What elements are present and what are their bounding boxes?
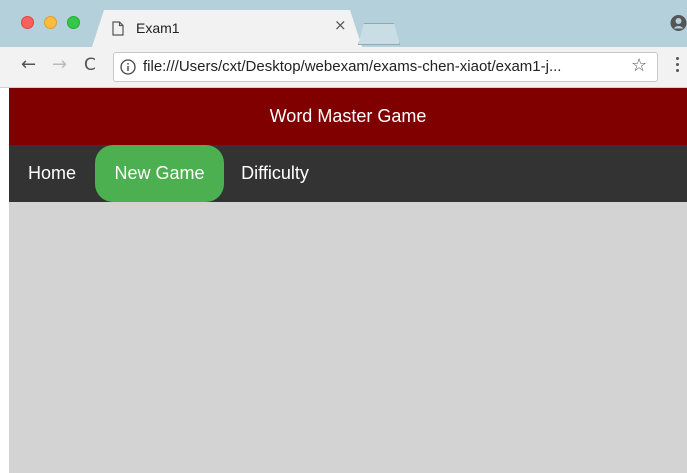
profile-icon[interactable] [670,14,687,32]
close-window-button[interactable] [21,16,34,29]
page-title: Word Master Game [269,106,427,126]
browser-tab-strip: Exam1 × [0,0,687,47]
url-text[interactable]: file:///Users/cxt/Desktop/webexam/exams-… [143,58,623,75]
page-icon [112,21,124,36]
navigation-bar: Home New Game Difficulty [9,145,687,202]
minimize-window-button[interactable] [44,16,57,29]
nav-link-difficulty[interactable]: Difficulty [224,145,326,202]
bookmark-star-icon[interactable]: ☆ [631,55,647,76]
new-tab-button[interactable] [358,23,400,45]
maximize-window-button[interactable] [67,16,80,29]
back-arrow-icon[interactable]: ← [21,56,36,74]
page-content: Word Master Game Home New Game Difficult… [9,88,687,473]
nav-link-home[interactable]: Home [9,145,95,202]
nav-link-label: Home [27,163,76,183]
page-banner: Word Master Game [9,88,687,145]
menu-icon[interactable] [676,57,680,73]
reload-icon[interactable]: C [84,57,96,74]
nav-link-label: New Game [114,163,205,183]
browser-tab-active[interactable] [92,10,362,47]
nav-link-new-game[interactable]: New Game [95,145,224,202]
tab-title: Exam1 [136,20,180,36]
close-tab-icon[interactable]: × [334,18,347,33]
forward-arrow-icon[interactable]: → [52,56,67,74]
nav-link-label: Difficulty [241,163,309,183]
info-icon[interactable] [120,59,136,75]
